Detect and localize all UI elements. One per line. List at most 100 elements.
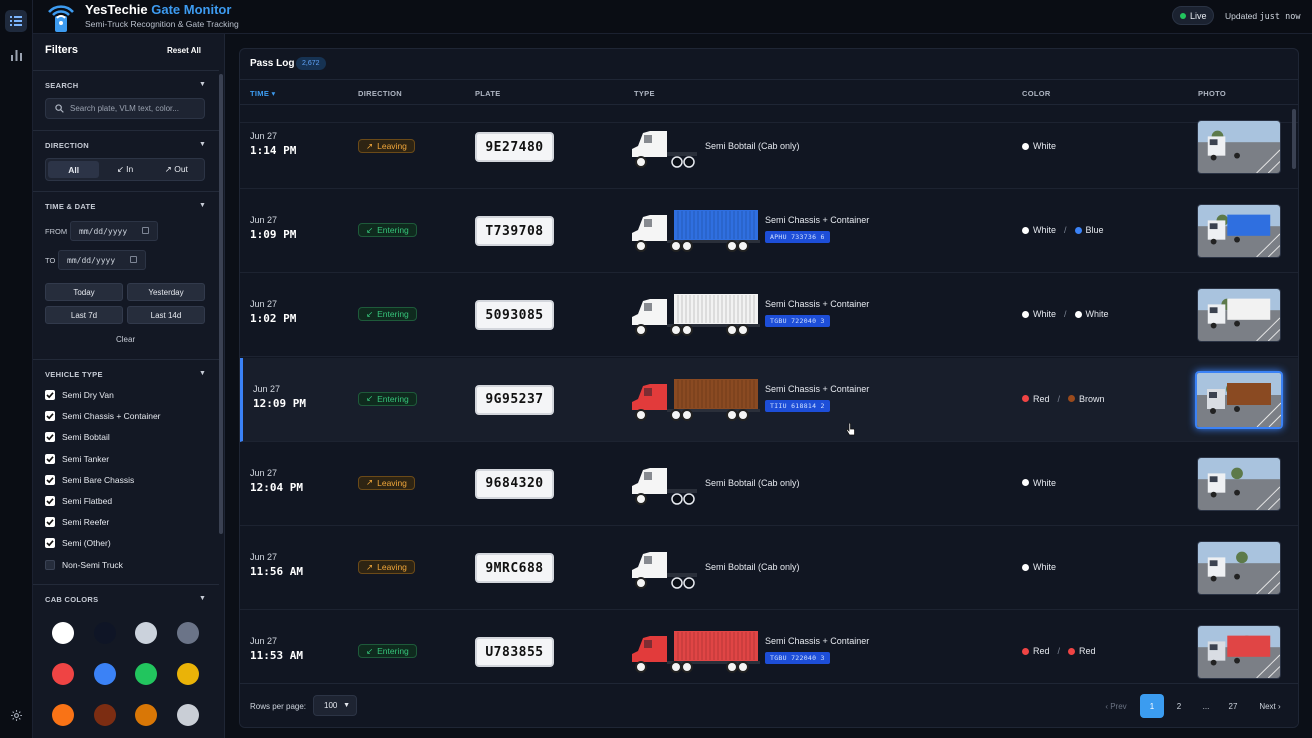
next-page-button[interactable]: Next › — [1255, 694, 1285, 718]
checkbox-checked-icon[interactable] — [45, 453, 55, 464]
table-row[interactable]: Jun 27 11:56 AM ↗ Leaving 9MRC688 Semi Bobtai… — [240, 526, 1298, 610]
search-input[interactable] — [70, 104, 200, 113]
cab-color-swatch[interactable] — [52, 704, 74, 726]
app-root: YesTechie Gate Monitor Semi-Truck Recogn… — [0, 0, 1312, 738]
direction-out-option[interactable]: ↗ Out — [151, 161, 202, 178]
vehicle-type-label: Semi Chassis + Container — [62, 411, 161, 422]
direction-column-header[interactable]: DIRECTION — [358, 89, 402, 98]
page-1-button[interactable]: 1 — [1140, 694, 1164, 718]
wifi-logo-icon — [48, 5, 74, 32]
pass-count-badge: 2,672 — [296, 57, 326, 70]
color-cell: Red / Brown — [1022, 394, 1105, 404]
color-column-header[interactable]: COLOR — [1022, 89, 1051, 98]
vehicle-type-option[interactable]: Semi (Other) — [45, 536, 111, 550]
table-row[interactable]: Jun 27 1:14 PM ↗ Leaving 9E27480 Semi Bobtail… — [240, 105, 1298, 189]
vehicle-type-option[interactable]: Semi Tanker — [45, 452, 109, 466]
page-27-button[interactable]: 27 — [1222, 694, 1244, 718]
vehicle-type-label: Semi Bobtail (Cab only) — [705, 141, 800, 151]
truck-photo-thumbnail[interactable] — [1197, 204, 1281, 259]
truck-photo-thumbnail[interactable] — [1197, 541, 1281, 595]
vehicle-type-option[interactable]: Semi Chassis + Container — [45, 409, 161, 423]
clear-dates-button[interactable]: Clear — [116, 335, 135, 344]
type-column-header[interactable]: TYPE — [634, 89, 655, 98]
stats-view-button[interactable] — [5, 44, 27, 66]
rows-per-page-select[interactable]: 100 ▼ — [313, 695, 357, 716]
container-id-badge: APHU 733736 6 — [765, 231, 830, 244]
page-2-button[interactable]: 2 — [1171, 694, 1187, 718]
direction-all-option[interactable]: All — [48, 161, 100, 178]
time-column-header[interactable]: TIME ▾ — [250, 89, 276, 98]
direction-label: Entering — [377, 309, 409, 320]
checkbox-checked-icon[interactable] — [45, 390, 55, 400]
cab-color-swatch[interactable] — [93, 704, 116, 726]
table-row[interactable]: Jun 27 1:02 PM ↙ Entering 5093085 Semi Chassi… — [240, 273, 1298, 358]
vehicle-type-option[interactable]: Semi Bare Chassis — [45, 473, 134, 487]
search-field[interactable] — [45, 98, 205, 119]
list-view-button[interactable] — [5, 10, 27, 32]
divider — [33, 70, 219, 71]
truck-photo-thumbnail[interactable] — [1195, 370, 1283, 429]
color-cell: Red / Red — [1022, 646, 1096, 656]
cab-color-swatch[interactable] — [93, 622, 116, 644]
checkbox-unchecked-icon[interactable] — [45, 559, 55, 570]
to-date-input[interactable]: mm/dd/yyyy — [58, 250, 146, 270]
cab-colors-section-title: CAB COLORS — [45, 595, 99, 604]
vehicle-type-option[interactable]: Non-Semi Truck — [45, 558, 123, 572]
cab-color-swatch[interactable] — [176, 663, 199, 685]
color-dot-icon — [1022, 226, 1029, 234]
today-button[interactable]: Today — [45, 283, 123, 301]
table-row[interactable]: Jun 27 1:09 PM ↙ Entering T739708 Semi Chassi… — [240, 189, 1298, 274]
last-14d-button[interactable]: Last 14d — [127, 306, 205, 324]
table-row[interactable]: Jun 27 12:04 PM ↗ Leaving 9684320 Semi Bobtai… — [240, 442, 1298, 526]
chevron-down-icon[interactable]: ▼ — [199, 141, 206, 148]
checkbox-checked-icon[interactable] — [45, 517, 55, 528]
checkbox-checked-icon[interactable] — [45, 538, 55, 549]
cab-color-swatch[interactable] — [52, 663, 74, 685]
container-id-badge: TGBU 722040 3 — [765, 315, 830, 328]
vehicle-type-option[interactable]: Semi Bobtail — [45, 430, 110, 444]
truck-photo-thumbnail[interactable] — [1197, 120, 1281, 174]
checkbox-checked-icon[interactable] — [45, 411, 55, 422]
vehicle-type-option[interactable]: Semi Flatbed — [45, 494, 112, 508]
direction-segmented-control: All ↙ In ↗ Out — [45, 158, 205, 181]
table-scrollbar[interactable] — [1292, 109, 1296, 169]
chevron-down-icon[interactable]: ▼ — [199, 370, 206, 377]
cab-color-swatch[interactable] — [93, 663, 116, 685]
plate-column-header[interactable]: PLATE — [475, 89, 501, 98]
checkbox-checked-icon[interactable] — [45, 496, 55, 506]
cab-color-swatch[interactable] — [135, 704, 157, 726]
cab-color-swatch[interactable] — [176, 704, 199, 726]
truck-photo-thumbnail[interactable] — [1197, 456, 1281, 511]
cab-color-swatch[interactable] — [135, 622, 157, 644]
table-row[interactable]: Jun 27 11:53 AM ↙ Entering U783855 Semi Chass… — [240, 610, 1298, 683]
truck-icon — [630, 378, 760, 422]
prev-page-button[interactable]: ‹ Prev — [1102, 694, 1130, 718]
checkbox-checked-icon[interactable] — [45, 432, 55, 443]
chevron-down-icon[interactable]: ▼ — [199, 81, 206, 88]
vehicle-type-option[interactable]: Semi Dry Van — [45, 388, 114, 402]
vehicle-type-label: Semi Dry Van — [62, 390, 114, 400]
row-time: 1:14 PM — [250, 144, 297, 157]
row-time: 1:09 PM — [250, 228, 297, 242]
checkbox-checked-icon[interactable] — [45, 474, 55, 485]
divider — [33, 130, 219, 131]
license-plate: 9G95237 — [475, 384, 554, 415]
yesterday-button[interactable]: Yesterday — [127, 283, 205, 301]
chevron-down-icon[interactable]: ▼ — [199, 595, 206, 602]
truck-photo-thumbnail[interactable] — [1197, 288, 1281, 343]
direction-label: Leaving — [377, 141, 407, 151]
truck-photo-thumbnail[interactable] — [1197, 625, 1281, 680]
calendar-icon — [142, 227, 149, 234]
direction-in-option[interactable]: ↙ In — [99, 161, 150, 178]
reset-all-button[interactable]: Reset All — [167, 46, 201, 55]
settings-button[interactable] — [5, 704, 27, 726]
table-row[interactable]: Jun 27 12:09 PM ↙ Entering 9G95237 Semi Chass… — [240, 357, 1298, 442]
vehicle-type-option[interactable]: Semi Reefer — [45, 515, 109, 529]
from-date-input[interactable]: mm/dd/yyyy — [70, 221, 158, 241]
cab-color-swatch[interactable] — [176, 622, 199, 644]
cab-color-swatch[interactable] — [52, 622, 74, 644]
last-7d-button[interactable]: Last 7d — [45, 306, 123, 324]
chevron-down-icon[interactable]: ▼ — [199, 202, 206, 209]
cab-color-swatch[interactable] — [135, 663, 157, 685]
filters-scrollbar[interactable] — [219, 74, 223, 534]
